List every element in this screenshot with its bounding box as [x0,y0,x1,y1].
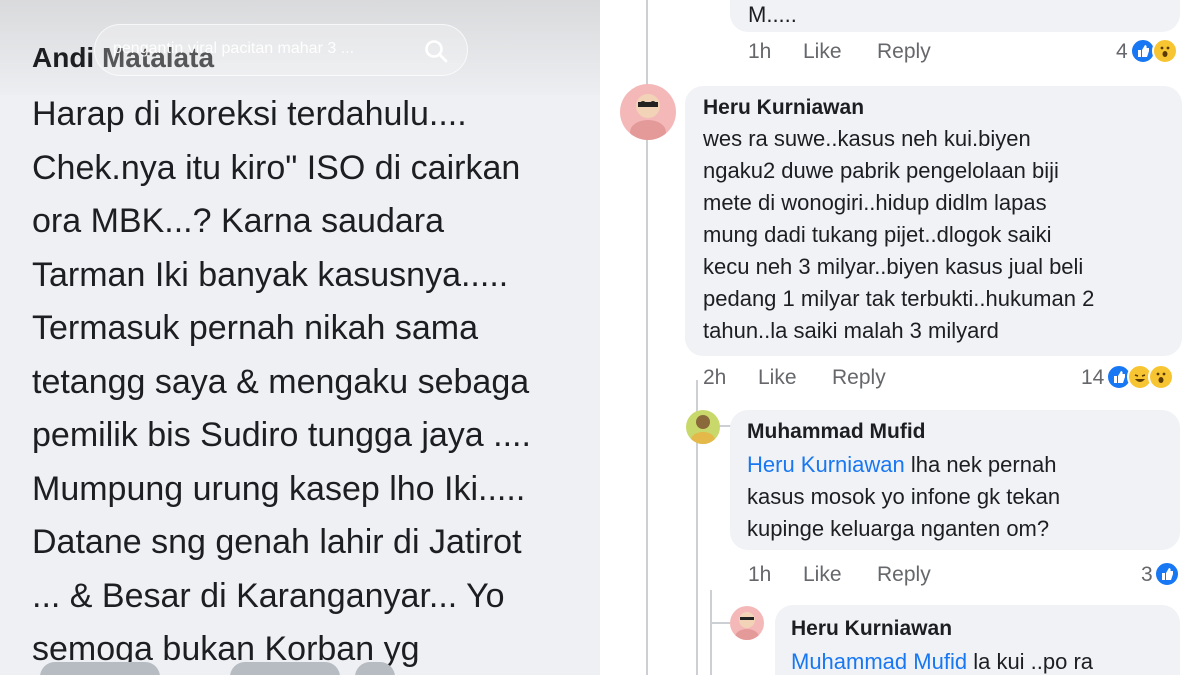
commenter-name[interactable]: Heru Kurniawan [703,96,864,120]
commenter-name[interactable]: Heru Kurniawan [791,617,952,641]
blurred-element [230,662,340,675]
search-icon[interactable] [423,38,449,69]
commenter-name[interactable]: Muhammad Mufid [747,420,926,444]
comment-bubble: M..... [730,0,1180,32]
comment-line: kasus mosok yo infone gk tekan [747,484,1061,509]
wow-reaction-icon[interactable] [1152,38,1178,64]
post-line: ... & Besar di Karanganyar... Yo [32,576,505,615]
comment-line: wes ra suwe..kasus neh kui.biyen [703,126,1031,151]
like-button[interactable]: Like [758,366,797,390]
search-query[interactable]: pengantin viral pacitan mahar 3 ... [113,40,354,58]
comment-time[interactable]: 1h [748,40,771,64]
comment-text: lha nek pernah [910,452,1057,477]
post-line: ora MBK...? Karna saudara [32,202,445,240]
post-line: Harap di koreksi terdahulu.... [32,95,467,133]
post-line: Mumpung urung kasep lho Iki..... [32,469,526,508]
avatar[interactable] [620,84,676,140]
post-line: Datane sng genah lahir di Jatirot [32,523,522,561]
reply-button[interactable]: Reply [832,366,886,390]
comment-line: ngaku2 duwe pabrik pengelolaan biji [703,158,1059,183]
comment-time[interactable]: 1h [748,563,771,587]
comment-bubble: Heru Kurniawan Muhammad Mufid la kui ..p… [775,605,1180,675]
post-line: tetangg saya & mengaku sebaga [32,362,530,401]
like-button[interactable]: Like [803,40,842,64]
left-post-panel: Andi Matalata pengantin viral pacitan ma… [0,0,600,675]
thread-connector [710,622,730,624]
reply-button[interactable]: Reply [877,563,931,587]
comment-text: M..... [748,2,797,27]
comment-line: pedang 1 milyar tak terbukti..hukuman 2 [703,286,1095,311]
like-reaction-icon[interactable] [1154,561,1180,587]
comment-line: mete di wonogiri..hidup didlm lapas [703,190,1047,215]
avatar[interactable] [686,410,720,444]
mention-link[interactable]: Heru Kurniawan [747,452,905,477]
wow-reaction-icon[interactable] [1148,364,1174,390]
comment-bubble: Heru Kurniawan wes ra suwe..kasus neh ku… [685,86,1182,356]
post-line: Tarman Iki banyak kasusnya..... [32,255,509,294]
post-line: Termasuk pernah nikah sama [32,309,479,347]
comment-line: tahun..la saiki malah 3 milyard [703,318,999,343]
comment-bubble: Muhammad Mufid Heru Kurniawan lha nek pe… [730,410,1180,550]
reaction-count[interactable]: 4 [1116,40,1128,64]
comment-line: mung dadi tukang pijet..dlogok saiki [703,222,1052,247]
comment-line: Heru Kurniawan lha nek pernah [747,452,1056,478]
comments-panel: M..... 1h Like Reply 4 Heru Kurniawan we… [600,0,1200,675]
comment-line: kupinge keluarga nganten om? [747,516,1050,541]
comment-line: Muhammad Mufid la kui ..po ra [791,649,1093,675]
blurred-element [40,662,160,675]
mention-link[interactable]: Muhammad Mufid [791,649,967,674]
reaction-count[interactable]: 3 [1141,563,1153,587]
search-bar[interactable]: pengantin viral pacitan mahar 3 ... [94,24,468,76]
reaction-count[interactable]: 14 [1081,366,1104,390]
comment-text: la kui ..po ra [973,649,1094,674]
like-button[interactable]: Like [803,563,842,587]
thread-line [710,590,712,675]
reply-button[interactable]: Reply [877,40,931,64]
avatar[interactable] [730,606,764,640]
post-body: Harap di koreksi terdahulu.... Chek.nya … [32,88,600,675]
post-line: Chek.nya itu kiro" ISO di cairkan [32,148,521,187]
post-line: pemilik bis Sudiro tungga jaya .... [32,416,531,454]
comment-line: kecu neh 3 milyar..biyen kasus jual beli [703,254,1084,279]
comment-time[interactable]: 2h [703,366,726,390]
